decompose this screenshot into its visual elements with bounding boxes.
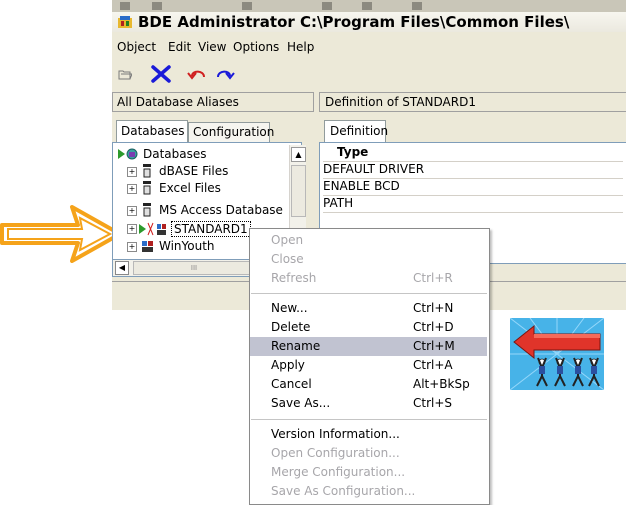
tree-item-label: MS Access Database [159,203,283,217]
menu-item-cancel[interactable]: Cancel Alt+BkSp [250,375,487,394]
scroll-thumb-horizontal[interactable]: III [133,261,255,275]
menu-item-version-info[interactable]: Version Information... [250,425,487,444]
grid-row-path[interactable]: PATH [323,196,623,213]
tree-root-label: Databases [143,147,207,161]
tree-node-msaccess[interactable]: + MS Access Database [127,203,297,218]
menu-object[interactable]: Object [117,40,156,54]
menu-bar: Object Edit View Options Help [112,36,626,56]
alias-icon [142,241,153,252]
toolbar [112,60,626,88]
menu-item-rename[interactable]: Rename Ctrl+M [250,337,487,356]
title-bar[interactable]: BDE Administrator C:\Program Files\Commo… [112,12,626,32]
aliases-header: All Database Aliases [112,92,314,112]
expand-plus-icon[interactable]: + [127,206,137,216]
grid-row-enable-bcd[interactable]: ENABLE BCD [323,179,623,196]
tree-item-label: WinYouth [159,239,215,253]
menu-item-apply[interactable]: Apply Ctrl+A [250,356,487,375]
redo-arrow-icon[interactable] [214,67,236,81]
tree-item-label: Excel Files [159,181,221,195]
tab-databases[interactable]: Databases [116,120,188,142]
definition-header: Definition of STANDARD1 [319,92,626,112]
database-cylinder-icon [143,181,151,195]
tree-node-databases[interactable]: Databases [118,147,288,162]
scroll-thumb[interactable] [291,165,306,217]
tree-item-label: dBASE Files [159,164,229,178]
grid-row-default-driver[interactable]: DEFAULT DRIVER [323,162,623,179]
scroll-left-icon[interactable]: ◀ [115,261,129,275]
tab-configuration[interactable]: Configuration [188,122,274,142]
menu-item-refresh[interactable]: Refresh Ctrl+R [250,269,487,288]
menu-item-open[interactable]: Open [250,231,487,250]
delete-x-icon[interactable] [150,64,172,84]
expand-plus-icon[interactable]: + [127,224,137,234]
expand-plus-icon[interactable]: + [127,242,137,252]
tab-configuration-label: Configuration [193,125,275,139]
menu-edit[interactable]: Edit [168,40,191,54]
scroll-up-icon[interactable]: ▲ [291,147,306,162]
hollow-orange-arrow-icon [0,205,122,263]
context-menu: Open Close Refresh Ctrl+R New... Ctrl+N De… [249,228,490,505]
tab-definition-label: Definition [330,124,389,138]
open-folder-icon[interactable] [118,68,132,80]
tab-definition[interactable]: Definition [324,120,389,142]
expand-plus-icon[interactable]: + [127,167,137,177]
taskbar-strip [112,0,626,12]
menu-view[interactable]: View [198,40,226,54]
menu-item-open-config[interactable]: Open Configuration... [250,444,487,463]
bde-app-icon [118,16,132,28]
definition-header-label: Definition of STANDARD1 [325,95,476,109]
tree-node-dbase[interactable]: + dBASE Files [127,164,297,179]
menu-item-close[interactable]: Close [250,250,487,269]
databases-folder-icon [118,148,138,160]
database-cylinder-icon [143,164,151,178]
active-alias-icon [139,222,166,236]
menu-options[interactable]: Options [233,40,279,54]
menu-item-save-as[interactable]: Save As... Ctrl+S [250,394,487,413]
window-title: BDE Administrator C:\Program Files\Commo… [138,13,570,31]
undo-arrow-icon[interactable] [186,67,208,81]
grid-header-type: Type [323,145,623,162]
menu-item-merge-config[interactable]: Merge Configuration... [250,463,487,482]
menu-help[interactable]: Help [287,40,314,54]
menu-separator [251,293,487,294]
aliases-header-label: All Database Aliases [117,95,239,109]
menu-item-delete[interactable]: Delete Ctrl+D [250,318,487,337]
menu-separator [251,419,487,420]
tab-databases-label: Databases [121,124,185,138]
tree-selected-label: STANDARD1 [171,221,251,237]
people-carrying-red-arrow-icon [510,318,604,390]
database-cylinder-icon [143,203,151,217]
expand-plus-icon[interactable]: + [127,184,137,194]
menu-item-save-as-config[interactable]: Save As Configuration... [250,482,487,501]
tree-node-excel[interactable]: + Excel Files [127,181,297,196]
menu-item-new[interactable]: New... Ctrl+N [250,299,487,318]
